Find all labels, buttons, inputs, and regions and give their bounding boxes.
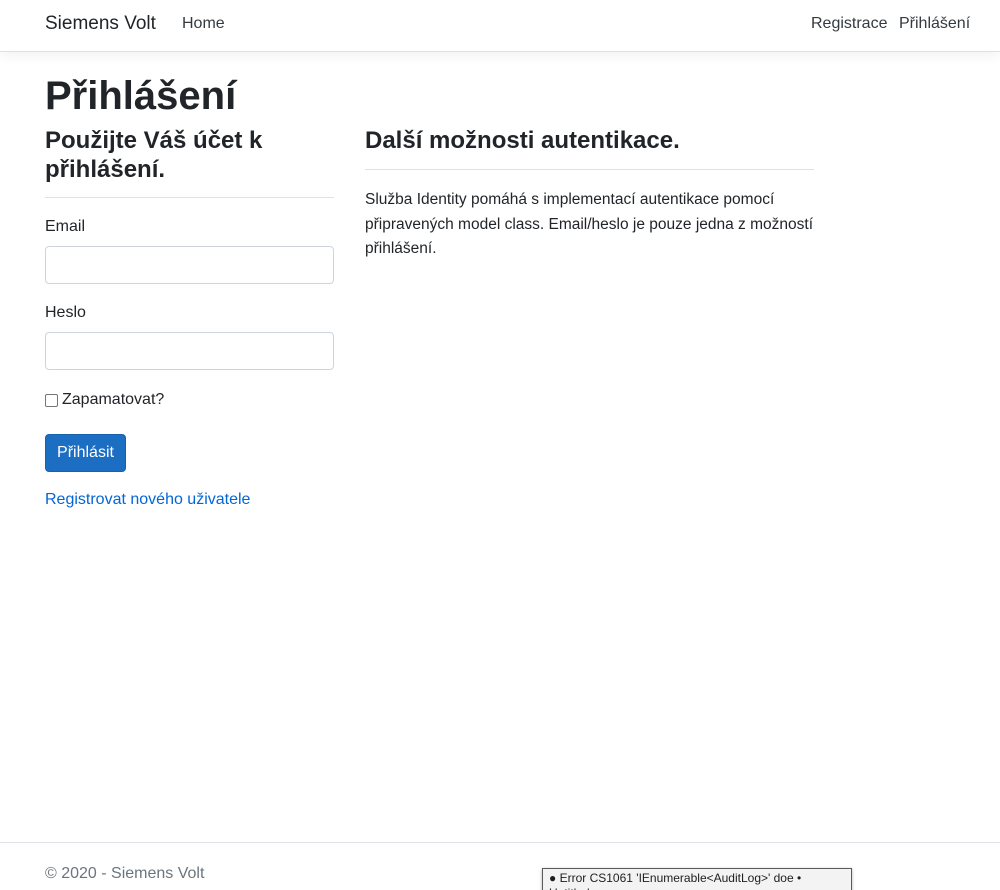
divider (365, 169, 814, 170)
login-submit-button[interactable]: Přihlásit (45, 434, 126, 472)
remember-me-row: Zapamatovat? (45, 390, 164, 410)
email-label: Email (45, 218, 86, 235)
page-title: Přihlášení (45, 74, 237, 118)
remember-me-checkbox[interactable] (45, 393, 58, 407)
password-field[interactable] (45, 332, 334, 370)
nav-home-link[interactable]: Home (182, 15, 225, 33)
external-auth-heading: Další možnosti autentikace. (365, 127, 680, 154)
register-new-user-link[interactable]: Registrovat nového uživatele (45, 491, 250, 509)
footer-copyright: © 2020 - Siemens Volt (45, 865, 205, 882)
editor-error-tooltip: ● Error CS1061 'IEnumerable<AuditLog>' d… (542, 868, 852, 890)
email-field[interactable] (45, 246, 334, 284)
nav-login-link[interactable]: Přihlášení (899, 15, 970, 33)
password-label: Heslo (45, 304, 86, 321)
brand-link[interactable]: Siemens Volt (45, 13, 156, 35)
divider (45, 197, 334, 198)
top-navbar: Siemens Volt Home Registrace Přihlášení (0, 0, 1000, 52)
remember-me-label[interactable]: Zapamatovat? (62, 391, 164, 409)
login-form-heading: Použijte Váš účet k přihlášení. (45, 127, 263, 183)
nav-register-link[interactable]: Registrace (811, 15, 887, 33)
external-auth-description: Služba Identity pomáhá s implementací au… (365, 191, 814, 257)
